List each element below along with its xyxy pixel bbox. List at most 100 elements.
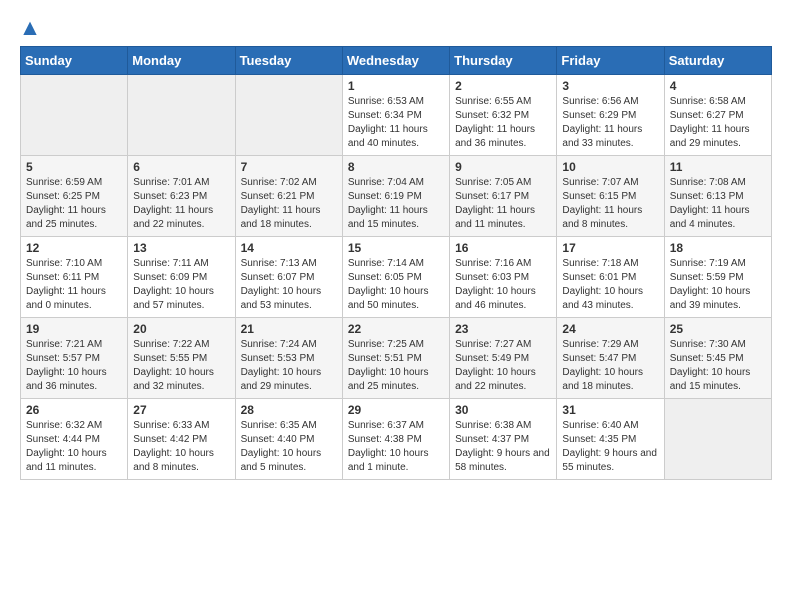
calendar-cell: 2 Sunrise: 6:55 AM Sunset: 6:32 PM Daylig… [450,75,557,156]
day-number: 24 [562,322,658,336]
calendar-cell: 1 Sunrise: 6:53 AM Sunset: 6:34 PM Daylig… [342,75,449,156]
day-number: 21 [241,322,337,336]
calendar-cell: 20 Sunrise: 7:22 AM Sunset: 5:55 PM Dayli… [128,318,235,399]
day-info: Sunrise: 7:27 AM Sunset: 5:49 PM Dayligh… [455,338,551,394]
calendar-cell: 25 Sunrise: 7:30 AM Sunset: 5:45 PM Dayli… [664,318,771,399]
day-info: Sunrise: 6:40 AM Sunset: 4:35 PM Dayligh… [562,419,658,475]
day-info: Sunrise: 6:32 AM Sunset: 4:44 PM Dayligh… [26,419,122,475]
weekday-header-wednesday: Wednesday [342,47,449,75]
calendar-cell: 19 Sunrise: 7:21 AM Sunset: 5:57 PM Dayli… [21,318,128,399]
day-info: Sunrise: 7:22 AM Sunset: 5:55 PM Dayligh… [133,338,229,394]
weekday-header-friday: Friday [557,47,664,75]
calendar-cell: 21 Sunrise: 7:24 AM Sunset: 5:53 PM Dayli… [235,318,342,399]
calendar-cell: 6 Sunrise: 7:01 AM Sunset: 6:23 PM Daylig… [128,156,235,237]
day-info: Sunrise: 6:58 AM Sunset: 6:27 PM Dayligh… [670,95,766,151]
day-number: 11 [670,160,766,174]
weekday-header-saturday: Saturday [664,47,771,75]
calendar-cell: 7 Sunrise: 7:02 AM Sunset: 6:21 PM Daylig… [235,156,342,237]
day-info: Sunrise: 7:04 AM Sunset: 6:19 PM Dayligh… [348,176,444,232]
day-number: 16 [455,241,551,255]
day-info: Sunrise: 7:13 AM Sunset: 6:07 PM Dayligh… [241,257,337,313]
day-info: Sunrise: 6:55 AM Sunset: 6:32 PM Dayligh… [455,95,551,151]
day-info: Sunrise: 7:07 AM Sunset: 6:15 PM Dayligh… [562,176,658,232]
calendar-cell: 27 Sunrise: 6:33 AM Sunset: 4:42 PM Dayli… [128,399,235,480]
calendar-cell: 15 Sunrise: 7:14 AM Sunset: 6:05 PM Dayli… [342,237,449,318]
day-info: Sunrise: 7:16 AM Sunset: 6:03 PM Dayligh… [455,257,551,313]
day-info: Sunrise: 7:02 AM Sunset: 6:21 PM Dayligh… [241,176,337,232]
day-info: Sunrise: 6:56 AM Sunset: 6:29 PM Dayligh… [562,95,658,151]
day-info: Sunrise: 7:08 AM Sunset: 6:13 PM Dayligh… [670,176,766,232]
calendar-cell: 28 Sunrise: 6:35 AM Sunset: 4:40 PM Dayli… [235,399,342,480]
day-number: 14 [241,241,337,255]
day-number: 18 [670,241,766,255]
calendar-cell [128,75,235,156]
day-number: 15 [348,241,444,255]
calendar-cell: 29 Sunrise: 6:37 AM Sunset: 4:38 PM Dayli… [342,399,449,480]
calendar-cell [664,399,771,480]
day-number: 9 [455,160,551,174]
day-info: Sunrise: 7:10 AM Sunset: 6:11 PM Dayligh… [26,257,122,313]
day-info: Sunrise: 7:19 AM Sunset: 5:59 PM Dayligh… [670,257,766,313]
day-info: Sunrise: 7:05 AM Sunset: 6:17 PM Dayligh… [455,176,551,232]
day-info: Sunrise: 6:59 AM Sunset: 6:25 PM Dayligh… [26,176,122,232]
day-number: 26 [26,403,122,417]
day-number: 3 [562,79,658,93]
day-number: 29 [348,403,444,417]
day-number: 28 [241,403,337,417]
weekday-header-thursday: Thursday [450,47,557,75]
calendar-cell: 22 Sunrise: 7:25 AM Sunset: 5:51 PM Dayli… [342,318,449,399]
calendar-cell: 17Sunrise: 7:18 AM Sunset: 6:01 PM Dayli… [557,237,664,318]
calendar-cell: 31Sunrise: 6:40 AM Sunset: 4:35 PM Dayli… [557,399,664,480]
calendar-cell: 11 Sunrise: 7:08 AM Sunset: 6:13 PM Dayli… [664,156,771,237]
calendar-cell: 24 Sunrise: 7:29 AM Sunset: 5:47 PM Dayli… [557,318,664,399]
day-number: 5 [26,160,122,174]
day-number: 7 [241,160,337,174]
day-info: Sunrise: 6:35 AM Sunset: 4:40 PM Dayligh… [241,419,337,475]
day-number: 8 [348,160,444,174]
day-number: 19 [26,322,122,336]
day-info: Sunrise: 7:24 AM Sunset: 5:53 PM Dayligh… [241,338,337,394]
calendar-cell: 4 Sunrise: 6:58 AM Sunset: 6:27 PM Daylig… [664,75,771,156]
calendar-cell [21,75,128,156]
day-number: 4 [670,79,766,93]
day-number: 10 [562,160,658,174]
calendar-cell: 8 Sunrise: 7:04 AM Sunset: 6:19 PM Daylig… [342,156,449,237]
calendar-cell: 26 Sunrise: 6:32 AM Sunset: 4:44 PM Dayli… [21,399,128,480]
day-number: 13 [133,241,229,255]
calendar-cell: 9 Sunrise: 7:05 AM Sunset: 6:17 PM Daylig… [450,156,557,237]
day-info: Sunrise: 7:18 AM Sunset: 6:01 PM Dayligh… [562,257,658,313]
calendar-cell: 5 Sunrise: 6:59 AM Sunset: 6:25 PM Daylig… [21,156,128,237]
day-number: 30 [455,403,551,417]
day-number: 12 [26,241,122,255]
calendar-cell: 3 Sunrise: 6:56 AM Sunset: 6:29 PM Daylig… [557,75,664,156]
day-info: Sunrise: 7:29 AM Sunset: 5:47 PM Dayligh… [562,338,658,394]
day-info: Sunrise: 7:30 AM Sunset: 5:45 PM Dayligh… [670,338,766,394]
day-number: 2 [455,79,551,93]
day-info: Sunrise: 7:11 AM Sunset: 6:09 PM Dayligh… [133,257,229,313]
day-info: Sunrise: 7:25 AM Sunset: 5:51 PM Dayligh… [348,338,444,394]
day-number: 27 [133,403,229,417]
day-info: Sunrise: 7:14 AM Sunset: 6:05 PM Dayligh… [348,257,444,313]
day-info: Sunrise: 6:53 AM Sunset: 6:34 PM Dayligh… [348,95,444,151]
logo [20,20,42,40]
calendar-cell: 13 Sunrise: 7:11 AM Sunset: 6:09 PM Dayli… [128,237,235,318]
day-number: 22 [348,322,444,336]
weekday-header-monday: Monday [128,47,235,75]
calendar-cell: 12 Sunrise: 7:10 AM Sunset: 6:11 PM Dayli… [21,237,128,318]
weekday-header-tuesday: Tuesday [235,47,342,75]
calendar-cell [235,75,342,156]
calendar-cell: 30Sunrise: 6:38 AM Sunset: 4:37 PM Dayli… [450,399,557,480]
calendar-cell: 14 Sunrise: 7:13 AM Sunset: 6:07 PM Dayli… [235,237,342,318]
day-number: 6 [133,160,229,174]
day-info: Sunrise: 6:33 AM Sunset: 4:42 PM Dayligh… [133,419,229,475]
calendar-table: SundayMondayTuesdayWednesdayThursdayFrid… [20,46,772,480]
day-info: Sunrise: 6:37 AM Sunset: 4:38 PM Dayligh… [348,419,444,475]
day-number: 20 [133,322,229,336]
day-info: Sunrise: 7:21 AM Sunset: 5:57 PM Dayligh… [26,338,122,394]
day-number: 1 [348,79,444,93]
calendar-cell: 23 Sunrise: 7:27 AM Sunset: 5:49 PM Dayli… [450,318,557,399]
day-number: 23 [455,322,551,336]
weekday-header-sunday: Sunday [21,47,128,75]
day-info: Sunrise: 7:01 AM Sunset: 6:23 PM Dayligh… [133,176,229,232]
day-number: 25 [670,322,766,336]
